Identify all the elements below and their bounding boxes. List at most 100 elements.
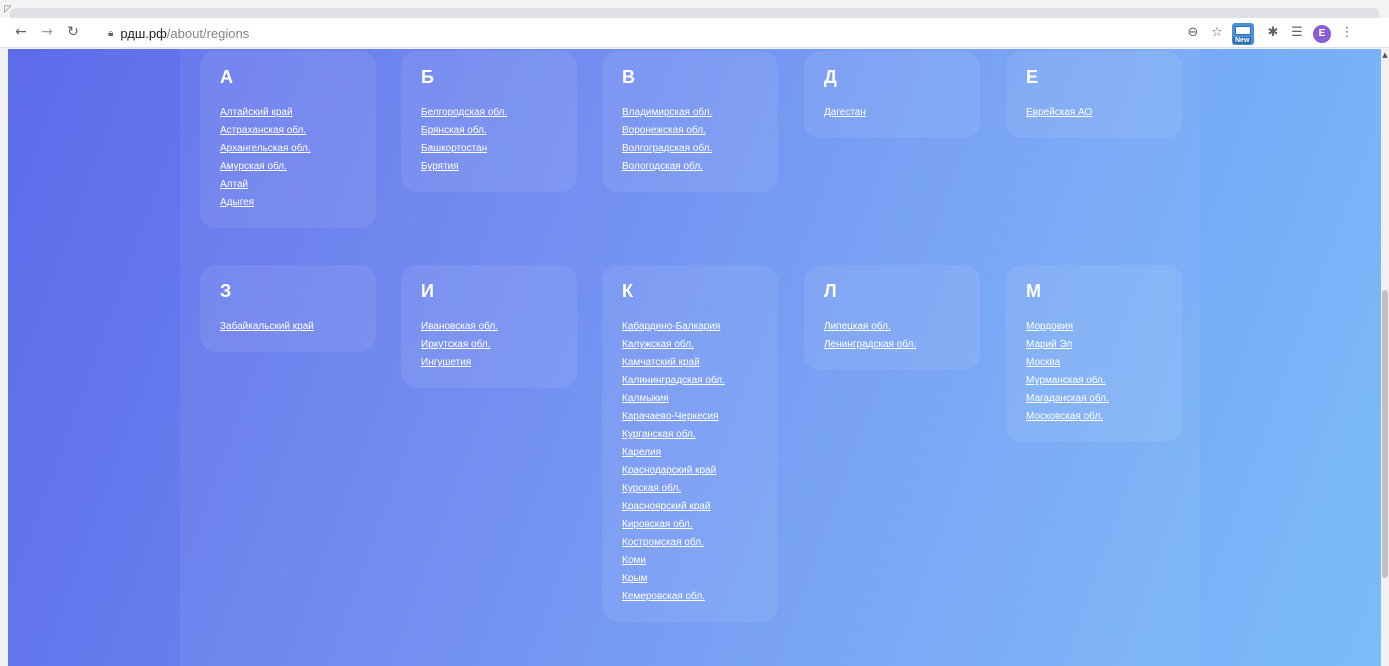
region-link[interactable]: Алтай	[220, 179, 248, 190]
region-link[interactable]: Брянская обл.	[421, 125, 487, 136]
new-extension-icon[interactable]: New	[1232, 23, 1254, 45]
region-list-item: Белгородская обл.	[421, 102, 557, 120]
region-list-item: Марий Эл	[1026, 334, 1162, 352]
region-list: Ивановская обл. Иркутская обл. Ингушетия	[421, 316, 557, 370]
region-group-card: А Алтайский край Астраханская обл. Арханге…	[200, 51, 376, 228]
region-list-item: Костромская обл.	[622, 532, 758, 550]
reload-icon[interactable]: ↻	[64, 23, 82, 41]
region-link[interactable]: Воронежская обл.	[622, 125, 706, 136]
region-list-item: Вологодская обл.	[622, 156, 758, 174]
region-link[interactable]: Курская обл.	[622, 483, 681, 494]
region-list-item: Ленинградская обл.	[824, 334, 960, 352]
region-list-item: Москва	[1026, 352, 1162, 370]
region-link[interactable]: Красноярский край	[622, 501, 710, 512]
region-link[interactable]: Кабардино-Балкария	[622, 321, 720, 332]
region-link[interactable]: Иркутская обл.	[421, 339, 491, 350]
region-link[interactable]: Кемеровская обл.	[622, 591, 705, 602]
region-link[interactable]: Астраханская обл.	[220, 125, 306, 136]
region-link[interactable]: Архангельская обл.	[220, 143, 311, 154]
lock-icon[interactable]: 🔒︎	[108, 28, 113, 39]
region-link[interactable]: Дагестан	[824, 107, 866, 118]
region-group-card: Е Еврейская АО	[1006, 51, 1182, 138]
region-link[interactable]: Краснодарский край	[622, 465, 716, 476]
puzzle-icon[interactable]: ✱	[1264, 24, 1282, 42]
region-link[interactable]: Вологодская обл.	[622, 161, 703, 172]
region-link[interactable]: Калининградская обл.	[622, 375, 725, 386]
url-host: рдш.рф	[120, 25, 167, 41]
region-list-item: Калмыкия	[622, 388, 758, 406]
region-list-item: Крым	[622, 568, 758, 586]
region-group-card: М Мордовия Марий Эл Москва Мурманская обл. М…	[1006, 265, 1182, 442]
bookmark-star-icon[interactable]: ☆	[1208, 24, 1226, 42]
region-group-card: З Забайкальский край	[200, 265, 376, 352]
region-link[interactable]: Бурятия	[421, 161, 459, 172]
reading-list-icon[interactable]: ☰	[1288, 24, 1306, 42]
zoom-icon[interactable]: ⊖	[1184, 24, 1202, 42]
scrollbar-thumb[interactable]	[1382, 290, 1388, 578]
region-list-item: Кабардино-Балкария	[622, 316, 758, 334]
region-list: Белгородская обл. Брянская обл. Башкортост…	[421, 102, 557, 174]
region-link[interactable]: Москва	[1026, 357, 1060, 368]
region-link[interactable]: Амурская обл.	[220, 161, 287, 172]
region-list-item: Липецкая обл.	[824, 316, 960, 334]
region-link[interactable]: Ивановская обл.	[421, 321, 498, 332]
region-list-item: Карелия	[622, 442, 758, 460]
region-list-item: Калужская обл.	[622, 334, 758, 352]
region-group-card: Д Дагестан	[804, 51, 980, 138]
region-group-card: Л Липецкая обл. Ленинградская обл.	[804, 265, 980, 370]
back-arrow-icon[interactable]: ←	[12, 23, 30, 41]
region-link[interactable]: Забайкальский край	[220, 321, 314, 332]
address-bar[interactable]: 🔒︎ рдш.рф/about/regions	[108, 22, 1168, 44]
region-link[interactable]: Белгородская обл.	[421, 107, 507, 118]
region-group-letter: З	[220, 281, 232, 301]
region-link[interactable]: Марий Эл	[1026, 339, 1072, 350]
region-list-item: Дагестан	[824, 102, 960, 120]
region-link[interactable]: Московская обл.	[1026, 411, 1103, 422]
region-list-item: Кировская обл.	[622, 514, 758, 532]
region-link[interactable]: Калмыкия	[622, 393, 669, 404]
region-link[interactable]: Карачаево-Черкесия	[622, 411, 719, 422]
forward-arrow-icon[interactable]: →	[38, 23, 56, 41]
scroll-up-arrow-icon[interactable]: ▲	[1381, 51, 1389, 59]
region-link[interactable]: Алтайский край	[220, 107, 293, 118]
region-link[interactable]: Крым	[622, 573, 647, 584]
region-list: Владимирская обл. Воронежская обл. Волгогр…	[622, 102, 758, 174]
region-link[interactable]: Коми	[622, 555, 646, 566]
region-list-item: Карачаево-Черкесия	[622, 406, 758, 424]
region-link[interactable]: Волгоградская обл.	[622, 143, 712, 154]
region-list-item: Амурская обл.	[220, 156, 356, 174]
kebab-menu-icon[interactable]: ⋮	[1338, 24, 1356, 42]
region-list: Мордовия Марий Эл Москва Мурманская обл. Маг…	[1026, 316, 1162, 424]
region-group-card: Б Белгородская обл. Брянская обл. Башкорто…	[401, 51, 577, 192]
region-list-item: Алтай	[220, 174, 356, 192]
region-link[interactable]: Мурманская обл.	[1026, 375, 1106, 386]
tab-strip: ◸	[0, 0, 1389, 18]
region-group-letter: К	[622, 281, 633, 301]
region-link[interactable]: Башкортостан	[421, 143, 487, 154]
region-link[interactable]: Камчатский край	[622, 357, 700, 368]
region-link[interactable]: Курганская обл.	[622, 429, 696, 440]
region-list-item: Кемеровская обл.	[622, 586, 758, 604]
region-link[interactable]: Мордовия	[1026, 321, 1073, 332]
region-link[interactable]: Ленинградская обл.	[824, 339, 916, 350]
page-scrollbar[interactable]: ▲	[1381, 49, 1389, 666]
profile-avatar[interactable]: E	[1313, 25, 1331, 43]
region-link[interactable]: Кировская обл.	[622, 519, 693, 530]
region-group-letter: М	[1026, 281, 1041, 301]
new-badge: New	[1233, 37, 1252, 44]
region-link[interactable]: Владимирская обл.	[622, 107, 712, 118]
region-link[interactable]: Адыгея	[220, 197, 254, 208]
region-link[interactable]: Липецкая обл.	[824, 321, 891, 332]
region-list-item: Курганская обл.	[622, 424, 758, 442]
region-group-letter: Д	[824, 67, 837, 87]
region-link[interactable]: Калужская обл.	[622, 339, 694, 350]
toolbar-right-icons: ⊖ ☆ New ✱ ☰ E ⋮	[1180, 22, 1389, 45]
region-list-item: Забайкальский край	[220, 316, 356, 334]
region-list-item: Владимирская обл.	[622, 102, 758, 120]
region-link[interactable]: Магаданская обл.	[1026, 393, 1109, 404]
region-list-item: Московская обл.	[1026, 406, 1162, 424]
region-link[interactable]: Костромская обл.	[622, 537, 704, 548]
region-link[interactable]: Ингушетия	[421, 357, 471, 368]
region-link[interactable]: Карелия	[622, 447, 661, 458]
region-link[interactable]: Еврейская АО	[1026, 107, 1092, 118]
